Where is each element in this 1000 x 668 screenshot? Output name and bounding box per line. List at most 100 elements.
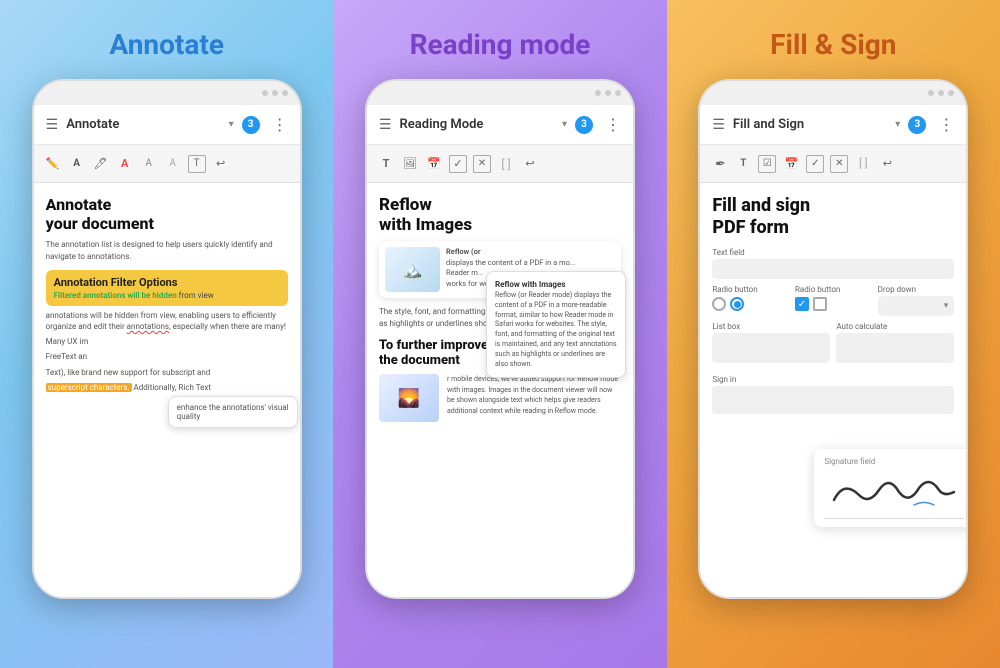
check-icon[interactable]: ✓ xyxy=(449,155,467,173)
image-icon[interactable]: 🖼 xyxy=(401,155,419,173)
doc-body4: Many UX im xyxy=(46,336,288,347)
menu-icon[interactable]: ☰ xyxy=(46,117,59,133)
autocalc-field[interactable] xyxy=(836,333,954,363)
radio3-group: ✓ xyxy=(795,297,872,311)
annotate-title: Annotate xyxy=(109,28,224,61)
radio1-btn[interactable] xyxy=(712,297,726,311)
notification-badge: 3 xyxy=(908,116,926,134)
phone-header: ☰ Reading Mode ▾ 3 ⋮ xyxy=(367,105,633,145)
tooltip-container: Many UX im enhance the annotations' visu… xyxy=(46,336,288,347)
autocalc-col: Auto calculate xyxy=(836,322,954,369)
checkbox-field-icon[interactable]: ☑ xyxy=(758,155,776,173)
sign-line xyxy=(824,518,964,519)
radio-inner xyxy=(734,301,741,308)
listbox-field[interactable] xyxy=(712,333,830,363)
filter-title: Annotation Filter Options xyxy=(54,276,280,289)
undo-icon[interactable]: ↩ xyxy=(878,155,896,173)
calendar-icon[interactable]: 📅 xyxy=(425,155,443,173)
phone-toolbar: T 🖼 📅 ✓ ✕ [ ] ↩ xyxy=(367,145,633,183)
annotate-phone: ☰ Annotate ▾ 3 ⋮ ✏️ A 🖊 A A A T ↩ Annota… xyxy=(32,79,302,599)
doc-body5: FreeText an xyxy=(46,351,288,362)
phone-header: ☰ Fill and Sign ▾ 3 ⋮ xyxy=(700,105,966,145)
phone-toolbar: ✒ T ☑ 📅 ✓ ✕ [ ] ↩ xyxy=(700,145,966,183)
menu-icon[interactable]: ☰ xyxy=(712,117,725,133)
dropdown-col: Drop down ▾ xyxy=(878,285,955,316)
sign-panel: Fill & Sign ☰ Fill and Sign ▾ 3 ⋮ ✒ T ☑ … xyxy=(667,0,1000,668)
phone-bottom-bar: A ▾ A̲ A A ✕ xyxy=(34,597,300,599)
status-dot xyxy=(938,90,944,96)
undo-icon[interactable]: ↩ xyxy=(212,155,230,173)
reading-panel: Reading mode ☰ Reading Mode ▾ 3 ⋮ T 🖼 📅 … xyxy=(333,0,666,668)
radio2-btn[interactable] xyxy=(730,297,744,311)
check-mark-icon[interactable]: ✓ xyxy=(806,155,824,173)
form-row1: Radio button Radio button ✓ xyxy=(712,285,954,316)
annotation-filter-box: Annotation Filter Options Filtered annot… xyxy=(46,270,288,306)
status-dot xyxy=(615,90,621,96)
x-mark-icon[interactable]: ✕ xyxy=(830,155,848,173)
phone-header-title: Reading Mode xyxy=(400,117,554,132)
bracket-icon[interactable]: [ ] xyxy=(497,155,515,173)
phone-header-title: Fill and Sign xyxy=(733,117,887,132)
highlight-icon[interactable]: 🖊 xyxy=(92,155,110,173)
sign-label: Sign in xyxy=(712,375,954,384)
signature-card: Signature field xyxy=(814,449,966,527)
text-field-icon[interactable]: T xyxy=(734,155,752,173)
status-dot xyxy=(605,90,611,96)
more-icon[interactable]: ⋮ xyxy=(272,115,288,134)
menu-icon[interactable]: ☰ xyxy=(379,117,392,133)
doc-body1: The annotation list is designed to help … xyxy=(46,239,288,261)
phone-header-title: Annotate xyxy=(66,117,220,132)
checkbox1-btn[interactable]: ✓ xyxy=(795,297,809,311)
text-box-icon[interactable]: T xyxy=(188,155,206,173)
font-color-icon[interactable]: A xyxy=(116,155,134,173)
font-icon2[interactable]: A xyxy=(140,155,158,173)
form-title: Fill and signPDF form xyxy=(712,195,954,238)
undo-icon[interactable]: ↩ xyxy=(521,155,539,173)
checkbox2-btn[interactable] xyxy=(813,297,827,311)
status-dot xyxy=(928,90,934,96)
chevron-icon: ▾ xyxy=(895,119,900,130)
doc-title: Annotateyour document xyxy=(46,195,288,233)
reading-phone: ☰ Reading Mode ▾ 3 ⋮ T 🖼 📅 ✓ ✕ [ ] ↩ Ref… xyxy=(365,79,635,599)
pencil-icon[interactable]: ✏️ xyxy=(44,155,62,173)
date-field-icon[interactable]: 📅 xyxy=(782,155,800,173)
more-icon[interactable]: ⋮ xyxy=(938,115,954,134)
reading-image-box: 🌄 xyxy=(379,374,439,422)
radio2-col: Radio button ✓ xyxy=(795,285,872,316)
sign-phone: ☰ Fill and Sign ▾ 3 ⋮ ✒ T ☑ 📅 ✓ ✕ [ ] ↩ … xyxy=(698,79,968,599)
more-icon[interactable]: ⋮ xyxy=(605,115,621,134)
form-row2: List box Auto calculate xyxy=(712,322,954,369)
sign-field[interactable] xyxy=(712,386,954,414)
reading-tooltip: Reflow with Images Reflow (or Reader mod… xyxy=(486,271,626,378)
phone-content: Reflowwith Images 🏔️ Reflow (or displays… xyxy=(367,183,633,597)
reading-card-container: 🏔️ Reflow (or displays the content of a … xyxy=(379,241,621,298)
radio1-col: Radio button xyxy=(712,285,789,316)
filter-green-text: Filtered annotations will be hidden xyxy=(54,291,177,300)
reading-small-text: r mobile devices, we've added support fo… xyxy=(447,374,621,416)
dropdown-field[interactable]: ▾ xyxy=(878,296,955,316)
x-icon[interactable]: ✕ xyxy=(473,155,491,173)
tooltip-title: Reflow with Images xyxy=(495,280,617,289)
signature-scribble xyxy=(824,470,964,516)
status-bar xyxy=(700,81,966,105)
status-dot xyxy=(272,90,278,96)
text-tool-icon[interactable]: T xyxy=(377,155,395,173)
text-field-input[interactable] xyxy=(712,259,954,279)
signature-icon[interactable]: ✒ xyxy=(710,155,728,173)
status-dot xyxy=(262,90,268,96)
bracket-field-icon[interactable]: [ ] xyxy=(854,155,872,173)
text-icon[interactable]: A xyxy=(68,155,86,173)
status-bar xyxy=(367,81,633,105)
status-dot xyxy=(282,90,288,96)
doc-body6: Text), like brand new support for subscr… xyxy=(46,367,288,378)
text-field-label: Text field xyxy=(712,248,954,257)
notification-badge: 3 xyxy=(575,116,593,134)
notification-badge: 3 xyxy=(242,116,260,134)
annotate-panel: Annotate ☰ Annotate ▾ 3 ⋮ ✏️ A 🖊 A A A T… xyxy=(0,0,333,668)
reading-main-header: Reflowwith Images xyxy=(379,195,621,235)
reading-card-image: 🏔️ xyxy=(385,247,440,292)
phone-content: Fill and signPDF form Text field Radio b… xyxy=(700,183,966,597)
font-icon3[interactable]: A xyxy=(164,155,182,173)
tooltip-body: Reflow (or Reader mode) displays the con… xyxy=(495,291,617,369)
listbox-col: List box xyxy=(712,322,830,369)
